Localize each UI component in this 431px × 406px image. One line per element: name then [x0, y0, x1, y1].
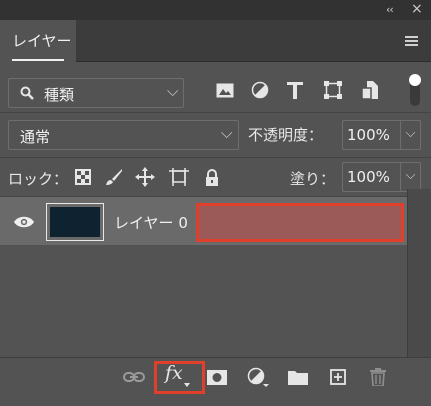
link-layers-icon[interactable] [122, 366, 146, 388]
highlight-annotation-box [196, 203, 404, 242]
chevron-down-icon: ⌵ [167, 82, 179, 100]
chevron-down-icon: ⌵ [405, 126, 416, 141]
lock-position-icon[interactable] [134, 166, 156, 188]
type-filter-icon[interactable] [285, 80, 305, 100]
divider [0, 112, 431, 113]
chevron-down-icon: ⌵ [405, 168, 416, 183]
opacity-input[interactable]: 100% [342, 120, 401, 150]
tab-layers-label: レイヤー [12, 32, 72, 50]
blend-mode-label: 通常 [20, 128, 51, 146]
fx-dropdown-triangle [184, 383, 190, 387]
smart-object-filter-icon[interactable] [360, 80, 380, 100]
panel-title-bar: ‹‹ × [0, 0, 431, 20]
layer-thumbnail[interactable] [46, 203, 104, 241]
fill-input[interactable]: 100% [342, 162, 401, 192]
opacity-value: 100% [347, 126, 390, 144]
tab-layers[interactable]: レイヤー [0, 20, 76, 63]
opacity-dropdown-button[interactable]: ⌵ [401, 120, 421, 150]
close-panel-icon[interactable]: × [411, 1, 423, 17]
new-adjustment-layer-icon[interactable] [246, 366, 270, 388]
fill-value: 100% [347, 168, 390, 186]
lock-artboard-icon[interactable] [168, 166, 190, 188]
add-mask-icon[interactable] [205, 366, 229, 388]
panel-menu-icon[interactable] [405, 36, 418, 46]
tab-active-underline [12, 59, 64, 61]
image-filter-icon[interactable] [215, 80, 235, 100]
fill-label: 塗り： [290, 170, 336, 188]
eye-icon[interactable] [14, 215, 34, 233]
lock-label: ロック： [8, 170, 69, 188]
lock-all-icon[interactable] [201, 166, 223, 188]
layer-thumbnail-image [50, 207, 100, 237]
fill-dropdown-button[interactable]: ⌵ [401, 162, 421, 192]
fx-icon[interactable]: fx [165, 362, 183, 384]
new-layer-icon[interactable] [326, 366, 350, 388]
panel-tab-row: レイヤー [0, 20, 431, 63]
adjustment-filter-icon[interactable] [250, 80, 270, 100]
filter-toggle-knob[interactable] [409, 74, 421, 86]
opacity-label: 不透明度： [248, 126, 324, 144]
blend-mode-select[interactable]: 通常 ⌵ [8, 120, 239, 150]
layer-list-scrollbar[interactable] [407, 189, 431, 357]
trash-icon[interactable] [366, 366, 390, 388]
divider [0, 157, 431, 158]
filter-kind-select[interactable]: 種類 ⌵ [8, 78, 184, 108]
collapse-panel-icon[interactable]: ‹‹ [386, 3, 394, 16]
new-group-folder-icon[interactable] [286, 366, 310, 388]
shape-filter-icon[interactable] [323, 80, 343, 100]
layer-name[interactable]: レイヤー 0 [114, 212, 188, 233]
filter-kind-label: 種類 [44, 86, 75, 104]
lock-image-pixels-icon[interactable] [103, 166, 125, 188]
search-icon [20, 86, 34, 104]
chevron-down-icon: ⌵ [221, 124, 233, 142]
lock-transparent-pixels-icon[interactable] [72, 166, 94, 188]
